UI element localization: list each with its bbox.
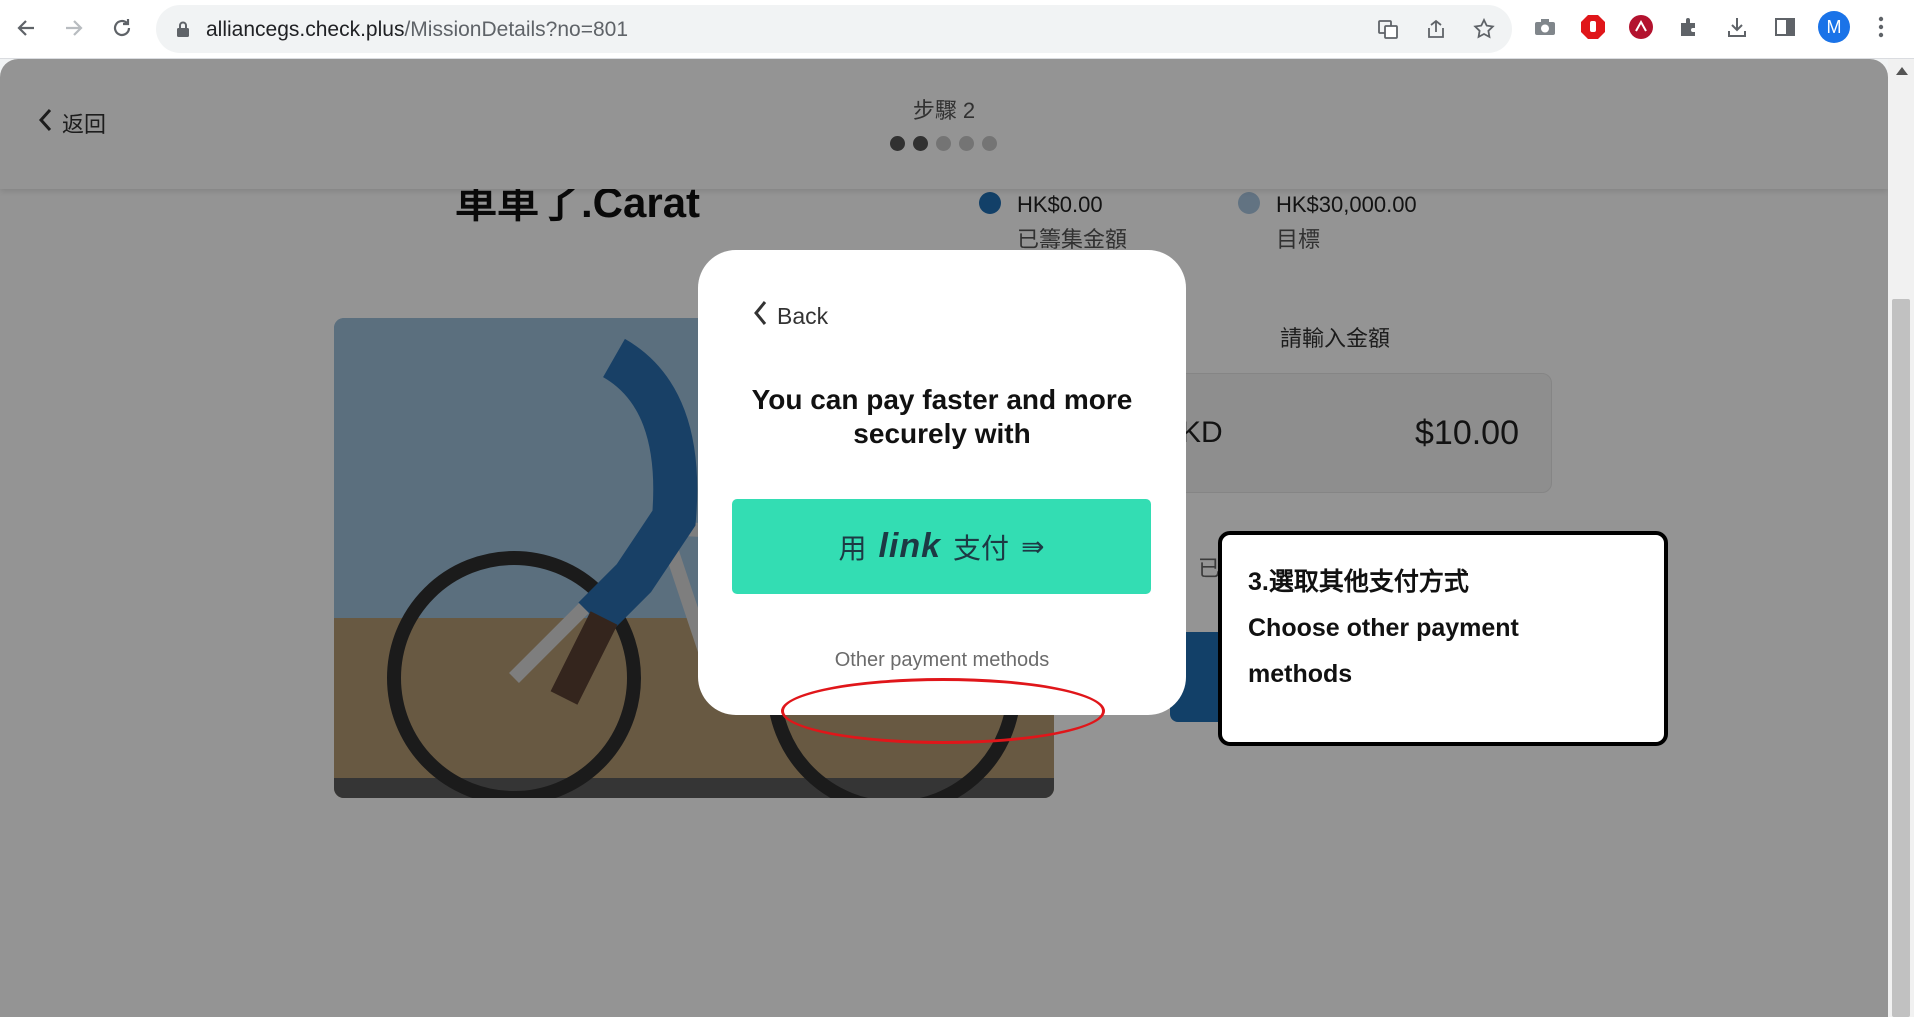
highlight-annotation xyxy=(781,678,1105,744)
link-button-prefix: 用 xyxy=(838,532,867,564)
link-button-suffix: 支付 xyxy=(953,532,1010,564)
modal-heading: You can pay faster and more securely wit… xyxy=(751,384,1133,449)
arrow-right-icon: ⇛ xyxy=(1021,531,1045,562)
pay-with-link-button[interactable]: 用 link 支付 ⇛ xyxy=(732,499,1151,594)
camera-extension-icon[interactable] xyxy=(1530,12,1560,42)
back-arrow-icon[interactable] xyxy=(8,10,44,46)
forward-arrow-icon[interactable] xyxy=(56,10,92,46)
adblock-extension-icon[interactable] xyxy=(1578,12,1608,42)
share-icon[interactable] xyxy=(1424,17,1448,41)
modal-back-button[interactable]: Back xyxy=(753,300,828,332)
download-icon[interactable] xyxy=(1722,12,1752,42)
side-panel-icon[interactable] xyxy=(1770,12,1800,42)
profile-avatar[interactable]: M xyxy=(1818,11,1850,43)
reload-icon[interactable] xyxy=(104,10,140,46)
translate-icon[interactable] xyxy=(1376,17,1400,41)
url-text: alliancegs.check.plus/MissionDetails?no=… xyxy=(206,18,628,41)
bookmark-star-icon[interactable] xyxy=(1472,17,1496,41)
chevron-left-icon xyxy=(753,300,767,332)
scroll-up-arrow-icon[interactable] xyxy=(1896,67,1908,75)
callout-line-1: 3.選取其他支付方式 xyxy=(1248,568,1469,596)
link-logo: link xyxy=(878,527,942,565)
menu-kebab-icon[interactable] xyxy=(1866,12,1896,42)
browser-toolbar: alliancegs.check.plus/MissionDetails?no=… xyxy=(0,0,1914,59)
scroll-thumb[interactable] xyxy=(1892,299,1910,1017)
address-bar[interactable]: alliancegs.check.plus/MissionDetails?no=… xyxy=(156,5,1512,53)
link-payment-modal: Back You can pay faster and more securel… xyxy=(698,250,1186,715)
pdf-extension-icon[interactable] xyxy=(1626,12,1656,42)
extensions-puzzle-icon[interactable] xyxy=(1674,12,1704,42)
page-scrollbar[interactable] xyxy=(1888,59,1914,1017)
callout-line-2: Choose other payment xyxy=(1248,614,1519,642)
callout-line-3: methods xyxy=(1248,660,1353,688)
modal-back-label: Back xyxy=(777,302,829,329)
instruction-callout: 3.選取其他支付方式 Choose other payment methods xyxy=(1218,531,1668,746)
lock-icon xyxy=(176,21,190,42)
